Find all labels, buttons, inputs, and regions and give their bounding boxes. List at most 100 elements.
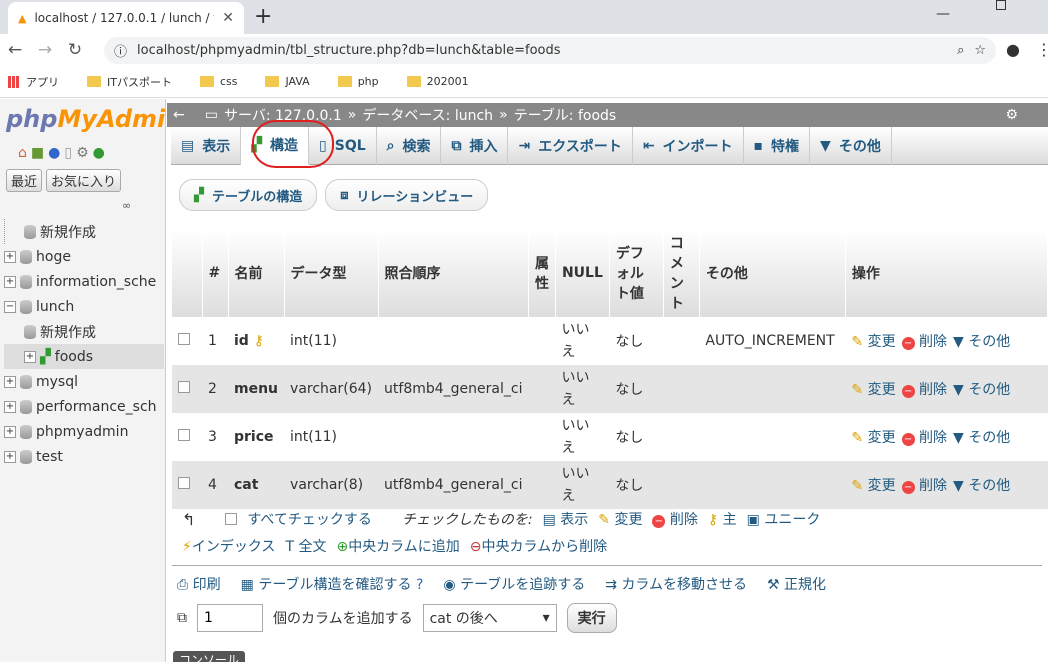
- close-icon[interactable]: ✕: [222, 10, 234, 26]
- bookmark-apps[interactable]: アプリ: [8, 74, 59, 90]
- expand-icon[interactable]: +: [4, 250, 16, 263]
- check-all-checkbox[interactable]: [225, 513, 238, 525]
- url-text[interactable]: localhost/phpmyadmin/tbl_structure.php?d…: [137, 43, 947, 58]
- reload-icon[interactable]: ↻: [60, 40, 90, 60]
- expand-icon[interactable]: +: [4, 275, 16, 288]
- tree-db-phpmyadmin[interactable]: + phpmyadmin: [4, 419, 164, 444]
- omnibox[interactable]: ⓘ localhost/phpmyadmin/tbl_structure.php…: [104, 37, 996, 64]
- expand-icon[interactable]: +: [4, 425, 16, 438]
- collapse-nav-icon[interactable]: ←: [173, 107, 185, 123]
- move-columns-button[interactable]: ⇉ カラムを移動させる: [605, 574, 747, 594]
- subtab-table-structure[interactable]: ▞ テーブルの構造: [179, 179, 318, 211]
- expand-icon[interactable]: +: [4, 400, 16, 413]
- menu-icon[interactable]: ⋮: [1036, 40, 1048, 59]
- maximize-icon[interactable]: [996, 0, 1006, 10]
- console-tab[interactable]: コンソール: [173, 651, 246, 662]
- tree-db-test[interactable]: + test: [4, 444, 164, 469]
- tree-table-new[interactable]: 新規作成: [4, 319, 164, 344]
- bulk-fulltext-button[interactable]: T 全文: [285, 536, 326, 556]
- tree-db-hoge[interactable]: + hoge: [4, 244, 164, 269]
- bulk-primary-button[interactable]: ⚷ 主: [708, 509, 737, 529]
- subtab-relation-view[interactable]: ⧈ リレーションビュー: [325, 179, 489, 211]
- change-button[interactable]: ✎ 変更: [851, 382, 895, 398]
- breadcrumb-table[interactable]: テーブル: foods: [514, 105, 617, 125]
- bookmark-folder[interactable]: css: [199, 75, 237, 88]
- bookmark-folder[interactable]: 202001: [406, 75, 469, 88]
- bulk-remove-central-button[interactable]: ⊖中央カラムから削除: [470, 536, 607, 556]
- more-button[interactable]: ▼ その他: [953, 478, 1010, 494]
- expand-icon[interactable]: +: [4, 375, 16, 388]
- bookmark-folder[interactable]: php: [337, 75, 379, 88]
- propose-structure-button[interactable]: ▦ テーブル構造を確認する ?: [241, 574, 424, 594]
- tree-db-performance-schema[interactable]: + performance_sch: [4, 394, 164, 419]
- bulk-change-button[interactable]: ✎ 変更: [598, 509, 642, 529]
- bulk-index-button[interactable]: ⚡インデックス: [182, 536, 275, 556]
- bookmark-folder[interactable]: ITパスポート: [87, 74, 172, 90]
- row-checkbox[interactable]: [178, 333, 190, 345]
- tab-privileges[interactable]: ▪ 特権: [744, 126, 811, 165]
- expand-icon[interactable]: +: [4, 450, 16, 463]
- bulk-drop-button[interactable]: − 削除: [652, 509, 698, 529]
- tab-insert[interactable]: ⧉ 挿入: [441, 126, 509, 165]
- change-button[interactable]: ✎ 変更: [851, 334, 895, 350]
- tree-table-foods[interactable]: + ▞ foods: [4, 344, 164, 369]
- help-icon[interactable]: ●: [48, 145, 60, 161]
- link-icon[interactable]: ∞: [122, 199, 131, 212]
- bulk-browse-button[interactable]: ▤ 表示: [543, 509, 589, 529]
- bulk-add-central-button[interactable]: ⊕中央カラムに追加: [336, 536, 459, 556]
- track-table-button[interactable]: ◉ テーブルを追跡する: [443, 574, 585, 594]
- recent-button[interactable]: 最近: [6, 169, 43, 192]
- normalize-button[interactable]: ⚒ 正規化: [767, 574, 826, 594]
- row-checkbox[interactable]: [178, 477, 190, 489]
- breadcrumb-database[interactable]: データベース: lunch: [362, 105, 493, 125]
- tab-export[interactable]: ⇥ エクスポート: [508, 126, 633, 165]
- drop-button[interactable]: − 削除: [901, 382, 947, 398]
- forward-icon[interactable]: →: [30, 40, 60, 60]
- minimize-icon[interactable]: —: [936, 6, 950, 22]
- help-icon[interactable]: ?: [416, 577, 423, 593]
- header-extra: その他: [699, 229, 846, 317]
- bulk-unique-button[interactable]: ▣ ユニーク: [747, 509, 821, 529]
- profile-icon[interactable]: ●: [1006, 40, 1020, 59]
- tab-import[interactable]: ⇤ インポート: [633, 126, 744, 165]
- check-all-label[interactable]: すべてチェックする: [247, 509, 371, 529]
- bookmark-folder[interactable]: JAVA: [265, 75, 310, 88]
- change-button[interactable]: ✎ 変更: [851, 478, 895, 494]
- favorites-button[interactable]: お気に入り: [46, 169, 122, 192]
- tree-new[interactable]: 新規作成: [4, 219, 164, 244]
- drop-button[interactable]: − 削除: [901, 334, 947, 350]
- tree-db-lunch[interactable]: − lunch: [4, 294, 164, 319]
- change-button[interactable]: ✎ 変更: [851, 430, 895, 446]
- print-button[interactable]: ⎙ 印刷: [177, 574, 221, 594]
- tree-db-mysql[interactable]: + mysql: [4, 369, 164, 394]
- tab-browse[interactable]: ▤ 表示: [171, 126, 242, 165]
- exit-icon[interactable]: ■: [31, 145, 44, 161]
- go-button[interactable]: 実行: [566, 603, 617, 633]
- settings-icon[interactable]: ⚙: [76, 145, 89, 161]
- more-button[interactable]: ▼ その他: [953, 334, 1010, 350]
- column-count-input[interactable]: [197, 604, 263, 632]
- column-position-select[interactable]: cat の後へ ▾: [422, 604, 557, 632]
- row-checkbox[interactable]: [178, 429, 190, 441]
- browser-tab[interactable]: ▲ localhost / 127.0.0.1 / lunch / foo ✕: [8, 2, 244, 34]
- home-icon[interactable]: ⌂: [18, 145, 27, 161]
- more-button[interactable]: ▼ その他: [953, 430, 1010, 446]
- info-icon[interactable]: ⓘ: [114, 41, 127, 60]
- row-checkbox[interactable]: [178, 381, 190, 393]
- drop-button[interactable]: − 削除: [901, 430, 947, 446]
- tab-more[interactable]: ▼ その他: [810, 126, 892, 165]
- gear-icon[interactable]: ⚙: [1005, 107, 1018, 123]
- collapse-icon[interactable]: −: [4, 300, 16, 313]
- tab-search[interactable]: ⌕ 検索: [377, 126, 442, 165]
- docs-icon[interactable]: ▯: [64, 145, 72, 161]
- drop-button[interactable]: − 削除: [901, 478, 947, 494]
- tree-db-information-schema[interactable]: + information_sche: [4, 269, 164, 294]
- zoom-icon[interactable]: ⌕: [957, 43, 964, 58]
- pma-logo[interactable]: phpMyAdmi: [6, 105, 165, 133]
- new-tab-button[interactable]: +: [254, 4, 272, 29]
- more-button[interactable]: ▼ その他: [953, 382, 1010, 398]
- reload-nav-icon[interactable]: ●: [93, 145, 105, 161]
- star-icon[interactable]: ☆: [974, 43, 986, 58]
- expand-icon[interactable]: +: [24, 350, 36, 363]
- back-icon[interactable]: ←: [0, 40, 30, 60]
